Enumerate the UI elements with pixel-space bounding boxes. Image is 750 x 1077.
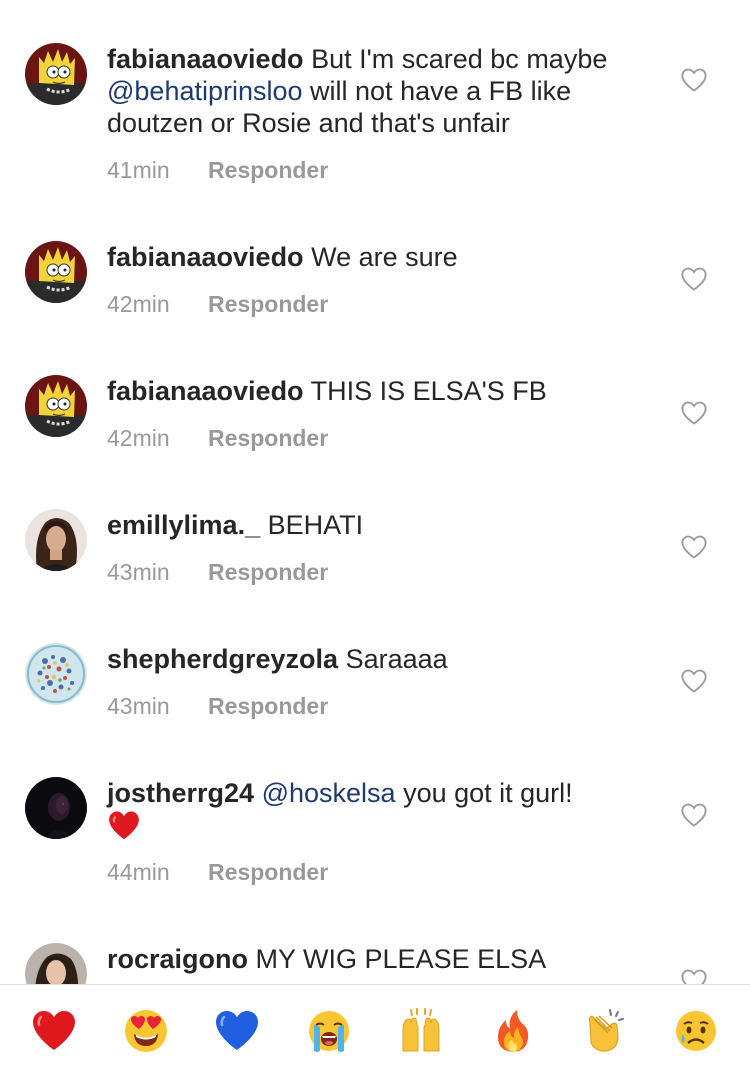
comment-body: emillylima._ BEHATI: [107, 509, 657, 541]
like-heart-icon[interactable]: [680, 67, 708, 93]
comment-username[interactable]: fabianaaoviedo: [107, 242, 304, 272]
comment-mention[interactable]: @behatiprinsloo: [107, 76, 303, 106]
like-heart-icon[interactable]: [680, 266, 708, 292]
raised-hands-emoji-icon[interactable]: [394, 1004, 448, 1058]
red-heart-emoji-icon: [107, 809, 141, 841]
like-heart-icon[interactable]: [680, 668, 708, 694]
like-heart-icon[interactable]: [680, 534, 708, 560]
avatar-lisa[interactable]: [25, 43, 87, 105]
comment-text: you got it gurl!: [395, 778, 573, 808]
comment-meta: 43min Responder: [107, 559, 328, 586]
comment-time: 43min: [107, 693, 170, 719]
reply-button[interactable]: Responder: [208, 859, 328, 886]
avatar-lisa[interactable]: [25, 241, 87, 303]
avatar-rocraigono[interactable]: [25, 943, 87, 984]
comment-meta: 41min Responder: [107, 157, 328, 184]
like-heart-icon[interactable]: [680, 802, 708, 828]
crying-face-emoji-icon[interactable]: [669, 1004, 723, 1058]
comment-time: 42min: [107, 425, 170, 451]
reply-button[interactable]: Responder: [208, 291, 328, 318]
comment-time: 43min: [107, 559, 170, 585]
comment-time: 44min: [107, 859, 170, 885]
comment-body: shepherdgreyzola Saraaaa: [107, 643, 657, 675]
comment-username[interactable]: rocraigono: [107, 944, 248, 974]
reply-button[interactable]: Responder: [208, 425, 328, 452]
avatar-lisa[interactable]: [25, 375, 87, 437]
comment-body: fabianaaoviedo But I'm scared bc maybe @…: [107, 43, 657, 139]
avatar-jostherrg[interactable]: [25, 777, 87, 839]
comment-username[interactable]: fabianaaoviedo: [107, 44, 304, 74]
reply-button[interactable]: Responder: [208, 559, 328, 586]
avatar-emilly[interactable]: [25, 509, 87, 571]
comment-text: But I'm scared bc maybe: [311, 44, 608, 74]
comment-username[interactable]: fabianaaoviedo: [107, 376, 304, 406]
comment-meta: 44min Responder: [107, 859, 328, 886]
comment-time: 42min: [107, 291, 170, 317]
fire-emoji-icon[interactable]: [486, 1004, 540, 1058]
comment-username[interactable]: shepherdgreyzola: [107, 644, 338, 674]
loudly-crying-emoji-icon[interactable]: [302, 1004, 356, 1058]
blue-heart-emoji-icon[interactable]: [210, 1004, 264, 1058]
comment-text: Saraaaa: [345, 644, 448, 674]
comment-username[interactable]: emillylima._: [107, 510, 260, 540]
comment-list[interactable]: fabianaaoviedo But I'm scared bc maybe @…: [0, 0, 750, 984]
comment-body: fabianaaoviedo We are sure: [107, 241, 657, 273]
comment-time: 41min: [107, 157, 170, 183]
comment-meta: 42min Responder: [107, 291, 328, 318]
avatar-shepherd[interactable]: [25, 643, 87, 705]
like-heart-icon[interactable]: [680, 400, 708, 426]
comment-body: fabianaaoviedo THIS IS ELSA'S FB: [107, 375, 657, 407]
comment-text: BEHATI: [267, 510, 364, 540]
like-heart-icon[interactable]: [680, 968, 708, 984]
clapping-hands-emoji-icon[interactable]: [577, 1004, 631, 1058]
comment-body: jostherrg24 @hoskelsa you got it gurl!: [107, 777, 657, 842]
comment-text: THIS IS ELSA'S FB: [310, 376, 547, 406]
comment-meta: 43min Responder: [107, 693, 328, 720]
comment-mention[interactable]: @hoskelsa: [262, 778, 396, 808]
comment-text: We are sure: [311, 242, 458, 272]
comment-meta: 42min Responder: [107, 425, 328, 452]
comment-username[interactable]: jostherrg24: [107, 778, 254, 808]
reply-button[interactable]: Responder: [208, 157, 328, 184]
emoji-quick-bar: [0, 984, 750, 1077]
reply-button[interactable]: Responder: [208, 693, 328, 720]
heart-eyes-emoji-icon[interactable]: [119, 1004, 173, 1058]
red-heart-emoji-icon[interactable]: [27, 1004, 81, 1058]
comment-text: MY WIG PLEASE ELSA: [255, 944, 547, 974]
comment-body: rocraigono MY WIG PLEASE ELSA: [107, 943, 657, 975]
